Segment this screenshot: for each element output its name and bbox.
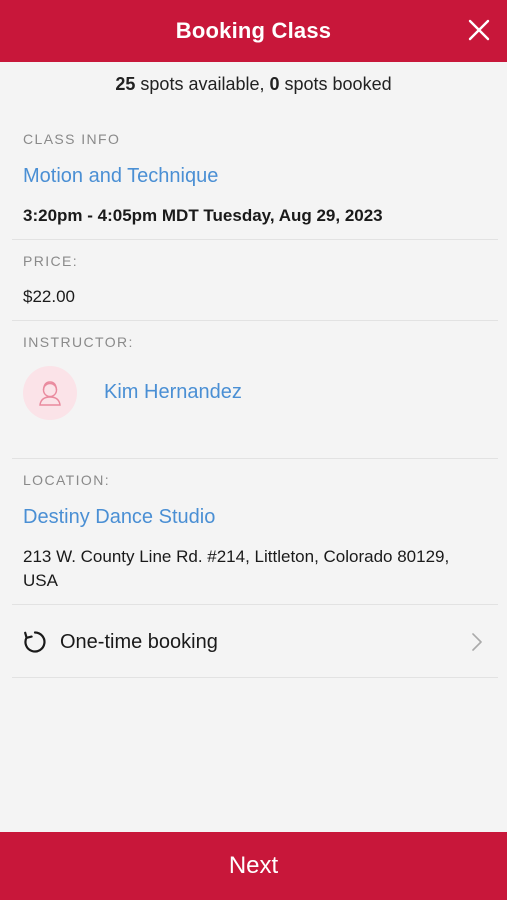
price-label: PRICE: [23, 253, 79, 269]
class-schedule: 3:20pm - 4:05pm MDT Tuesday, Aug 29, 202… [23, 206, 383, 225]
booking-type-label: One-time booking [60, 630, 218, 653]
location-name-link[interactable]: Destiny Dance Studio [23, 506, 215, 529]
user-avatar-icon [39, 381, 61, 406]
spots-available-count: 25 [115, 74, 136, 94]
instructor-avatar[interactable] [23, 366, 77, 420]
chevron-right-icon [472, 633, 482, 651]
divider [12, 458, 498, 459]
price-value: $22.00 [23, 287, 75, 306]
location-label: LOCATION: [23, 472, 111, 488]
spots-available-text: spots available, [135, 74, 270, 94]
divider [12, 239, 498, 240]
spots-booked-count: 0 [269, 74, 280, 94]
spots-booked-text: spots booked [279, 74, 392, 94]
close-icon [468, 19, 490, 41]
page-title: Booking Class [175, 18, 332, 43]
location-address-line1: 213 W. County Line Rd. #214, Littleton, … [23, 547, 450, 566]
next-button[interactable]: Next [0, 832, 507, 900]
class-info-label: CLASS INFO [23, 131, 121, 147]
location-address-line2: USA [23, 571, 58, 590]
header-bar: Booking Class [0, 0, 507, 62]
spots-summary: 25 spots available, 0 spots booked [0, 74, 507, 95]
instructor-label: INSTRUCTOR: [23, 334, 134, 350]
close-button[interactable] [465, 16, 493, 44]
instructor-name-link[interactable]: Kim Hernandez [104, 381, 242, 404]
divider [12, 320, 498, 321]
refresh-icon [24, 631, 46, 653]
booking-type-row[interactable]: One-time booking [12, 612, 498, 672]
divider [12, 604, 498, 605]
divider [12, 677, 498, 678]
class-name-link[interactable]: Motion and Technique [23, 165, 218, 188]
